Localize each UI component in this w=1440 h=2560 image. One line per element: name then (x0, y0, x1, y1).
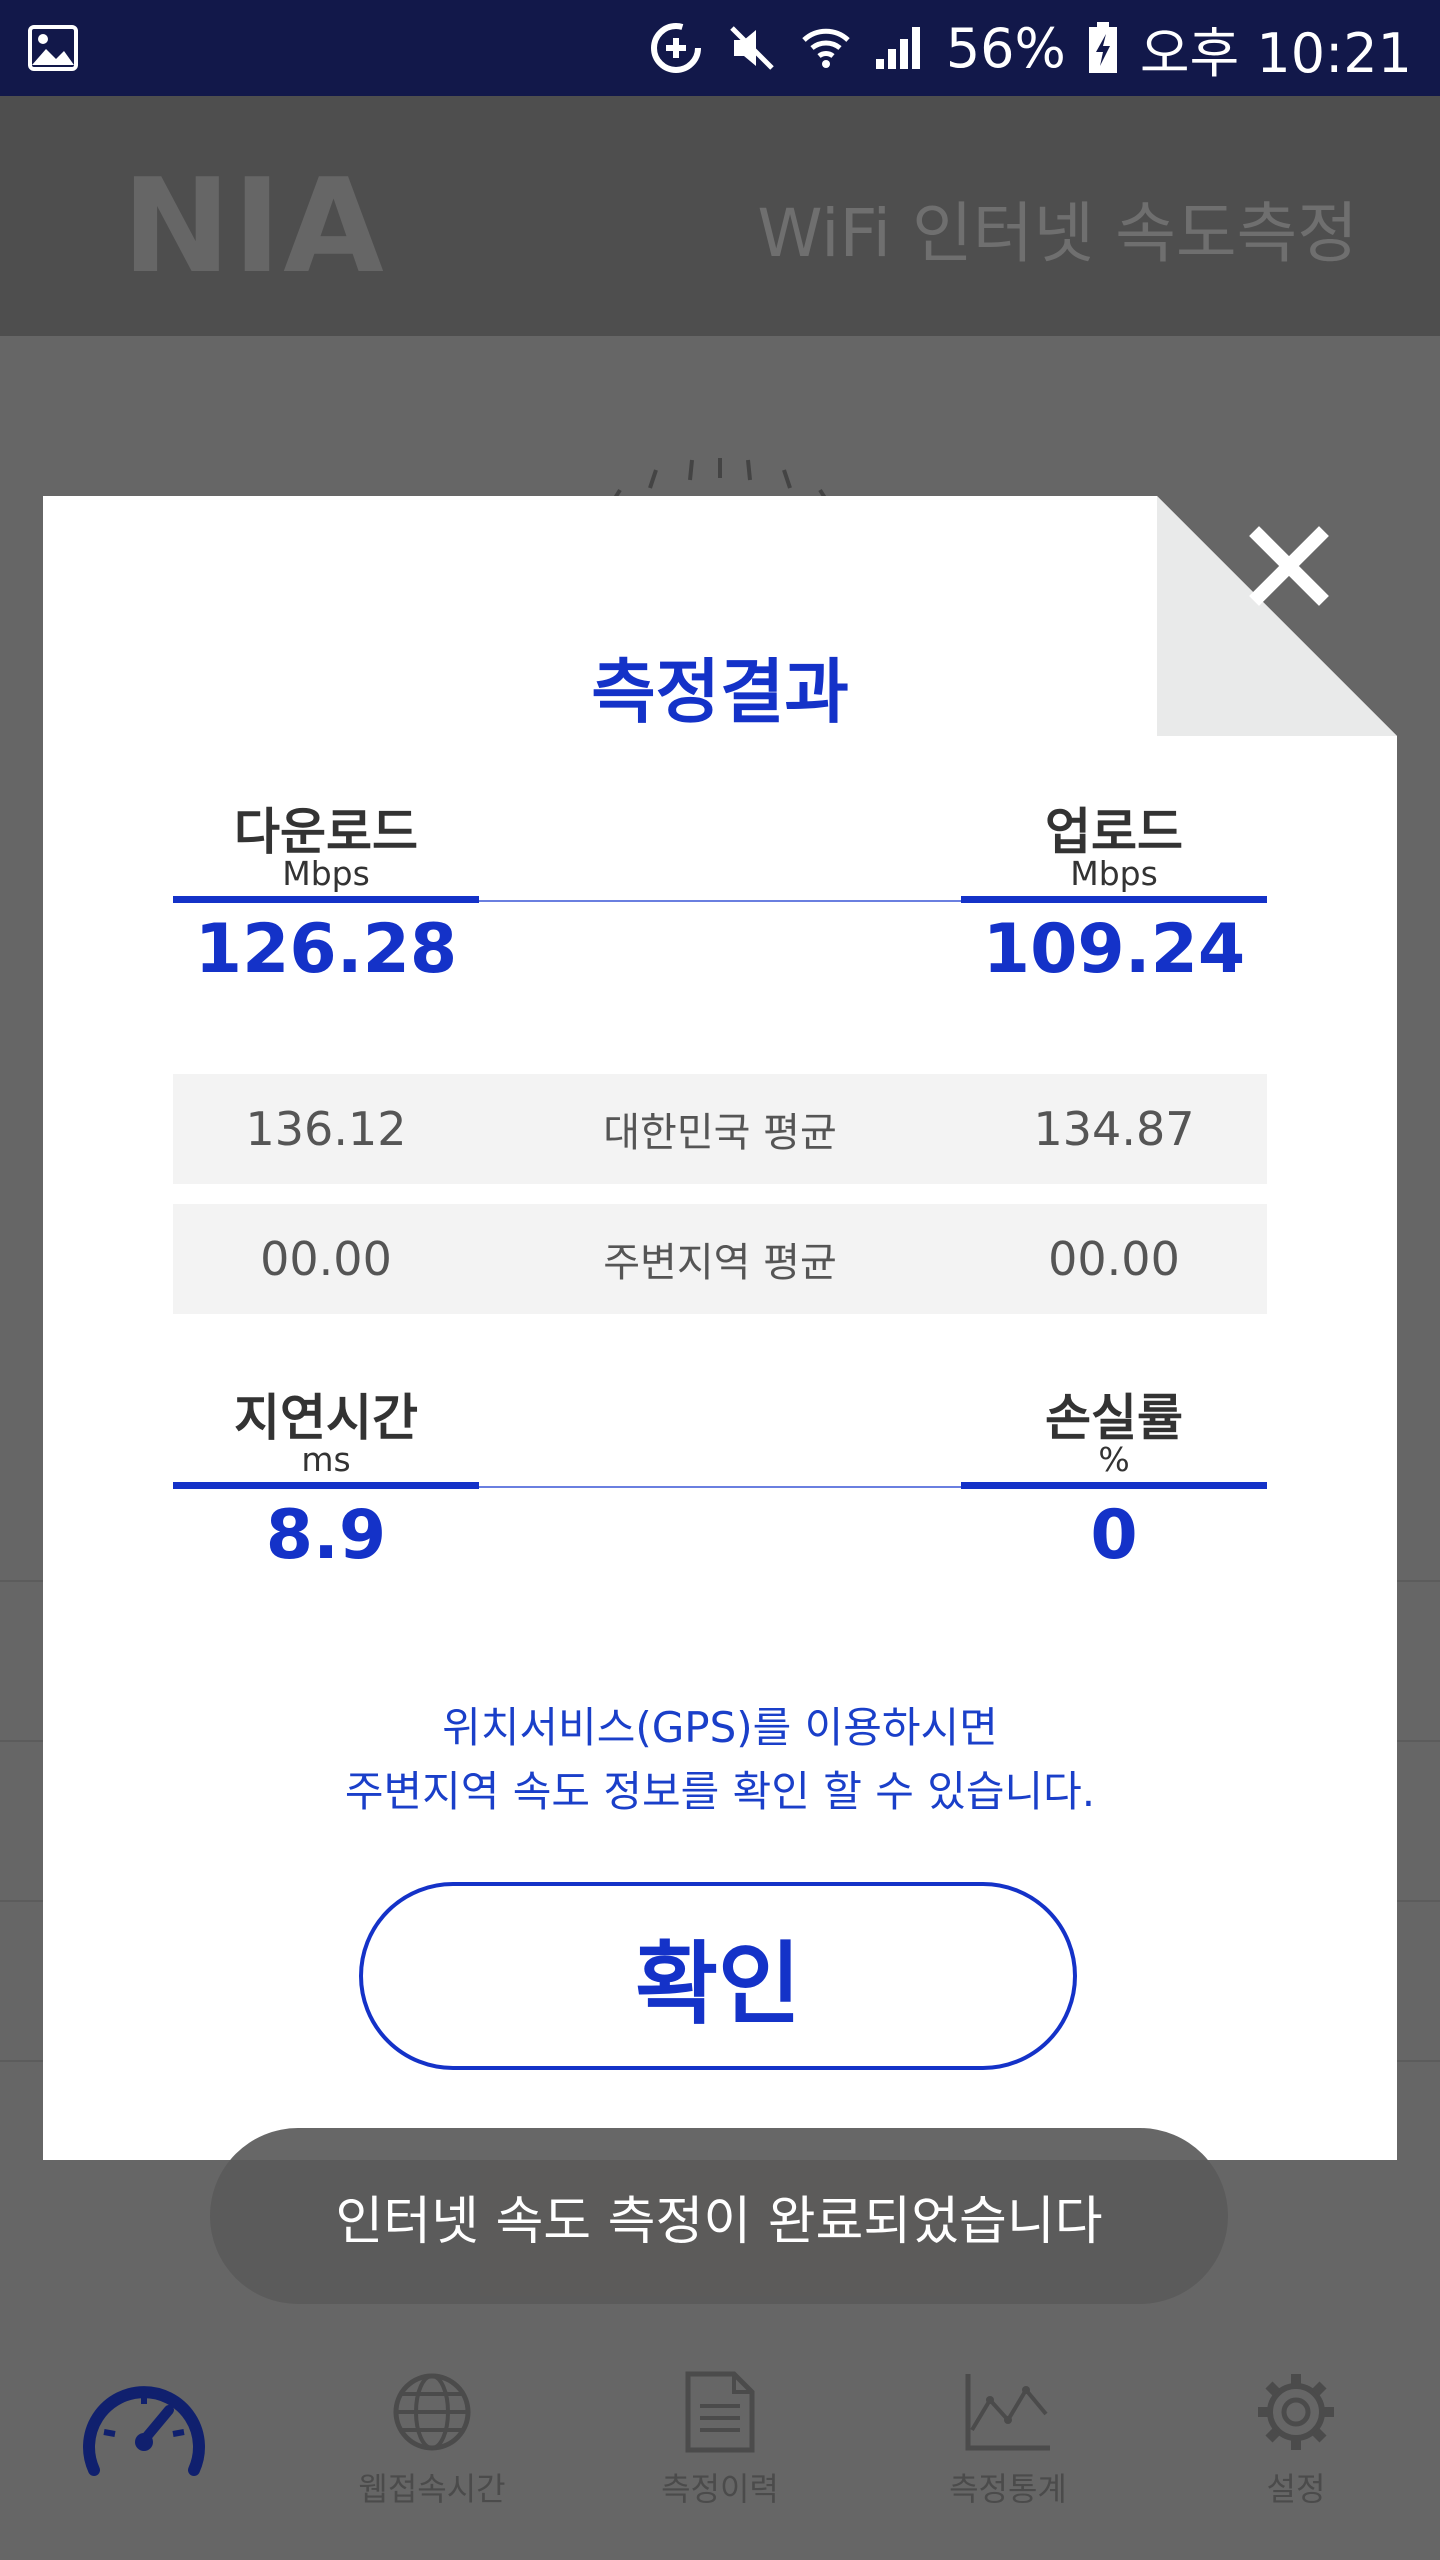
divider (479, 1486, 961, 1488)
gallery-icon (28, 25, 78, 71)
app-logo: NIA (122, 150, 386, 302)
mute-icon (726, 22, 778, 74)
clock: 오후 10:21 (1139, 21, 1412, 85)
dialog-title: 측정결과 (591, 651, 849, 733)
nav-label: 설정 (1266, 2470, 1326, 2508)
nav-statistics[interactable]: 측정통계 (864, 2340, 1152, 2560)
nav-web-time[interactable]: 웹접속시간 (288, 2340, 576, 2560)
gps-note-line2: 주변지역 속도 정보를 확인 할 수 있습니다. (344, 1767, 1096, 1816)
battery-icon (1088, 22, 1118, 74)
local-avg-label: 주변지역 평균 (603, 1240, 837, 1286)
upload-underline (961, 896, 1267, 903)
nav-history[interactable]: 측정이력 (576, 2340, 864, 2560)
upload-unit: Mbps (1070, 854, 1158, 893)
globe-icon (393, 2373, 471, 2451)
loss-value: 0 (1090, 1496, 1138, 1575)
battery-percent: 56% (945, 16, 1066, 80)
app-title: WiFi 인터넷 속도측정 (757, 195, 1358, 272)
loss-unit: % (1098, 1440, 1130, 1479)
toast-message: 인터넷 속도 측정이 완료되었습니다 (210, 2128, 1228, 2304)
app-header: NIA WiFi 인터넷 속도측정 (0, 96, 1440, 336)
confirm-button[interactable]: 확인 (359, 1882, 1077, 2070)
wifi-icon (800, 22, 852, 74)
local-average-row: 00.00 주변지역 평균 00.00 (173, 1204, 1267, 1314)
result-dialog: 측정결과 다운로드 Mbps 업로드 Mbps 126.28 109.24 13… (43, 496, 1397, 2160)
nav-settings[interactable]: 설정 (1152, 2340, 1440, 2560)
local-avg-upload: 00.00 (1048, 1232, 1180, 1286)
national-average-row: 136.12 대한민국 평균 134.87 (173, 1074, 1267, 1184)
chart-icon (965, 2374, 1050, 2451)
latency-value: 8.9 (265, 1496, 387, 1575)
download-underline (173, 896, 479, 903)
speedometer-icon (83, 2386, 205, 2476)
download-value: 126.28 (194, 910, 458, 989)
gear-icon (1258, 2374, 1334, 2450)
latency-unit: ms (301, 1440, 351, 1479)
bottom-nav: 웹접속시간 측정이력 측정통계 설정 (0, 2340, 1440, 2560)
national-avg-download: 136.12 (245, 1102, 407, 1156)
national-avg-label: 대한민국 평균 (603, 1110, 837, 1156)
nav-speed-test[interactable] (0, 2340, 288, 2560)
signal-icon (874, 25, 924, 71)
data-saver-icon (648, 20, 704, 76)
document-icon (685, 2371, 755, 2453)
loss-underline (961, 1482, 1267, 1489)
nav-label: 웹접속시간 (358, 2470, 506, 2508)
nav-label: 측정통계 (949, 2470, 1067, 2508)
nav-label: 측정이력 (661, 2470, 779, 2508)
divider (479, 900, 961, 902)
close-button[interactable] (1241, 518, 1337, 614)
status-bar: 56% 오후 10:21 (0, 0, 1440, 96)
download-unit: Mbps (282, 854, 370, 893)
close-icon (1249, 526, 1329, 606)
gps-note: 위치서비스(GPS)를 이용하시면 주변지역 속도 정보를 확인 할 수 있습니… (43, 1696, 1397, 1824)
upload-value: 109.24 (982, 910, 1246, 989)
national-avg-upload: 134.87 (1033, 1102, 1195, 1156)
latency-underline (173, 1482, 479, 1489)
gps-note-line1: 위치서비스(GPS)를 이용하시면 (442, 1703, 998, 1752)
local-avg-download: 00.00 (260, 1232, 392, 1286)
